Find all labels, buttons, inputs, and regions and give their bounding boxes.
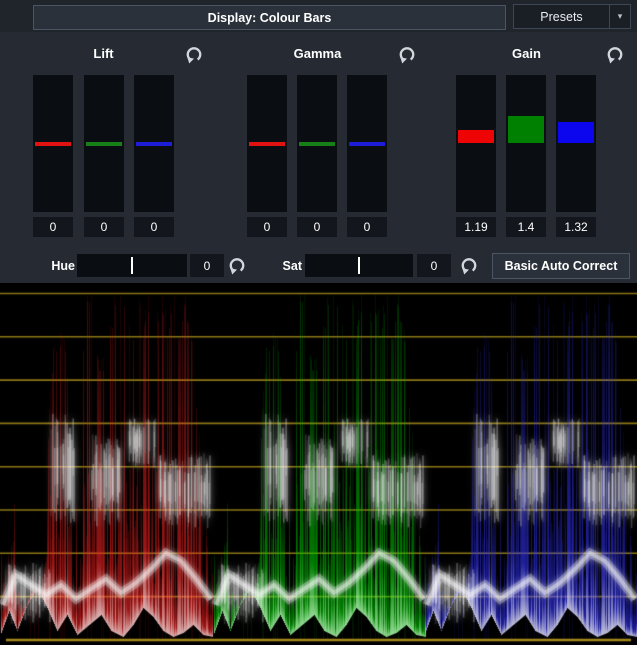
reset-circular-arrow-icon <box>397 45 417 65</box>
basic-auto-correct-button[interactable]: Basic Auto Correct <box>492 253 630 279</box>
gamma-section-label: Gamma <box>247 46 388 62</box>
lift-section-label: Lift <box>33 46 174 62</box>
lift-reset-button[interactable] <box>184 45 204 65</box>
presets-label: Presets <box>514 5 609 28</box>
top-toolbar: Display: Colour Bars Presets ▾ <box>0 0 637 32</box>
reset-circular-arrow-icon <box>184 45 204 65</box>
gain-green-value[interactable]: 1.4 <box>506 217 546 237</box>
lift-green-slider[interactable] <box>84 75 124 212</box>
gamma-blue-slider[interactable] <box>347 75 387 212</box>
presets-button[interactable]: Presets ▾ <box>513 4 631 29</box>
sat-label: Sat <box>268 258 302 273</box>
gain-section-label: Gain <box>456 46 597 62</box>
gamma-reset-button[interactable] <box>397 45 417 65</box>
lift-green-value[interactable]: 0 <box>84 217 124 237</box>
sat-value[interactable]: 0 <box>417 254 451 277</box>
gamma-red-handle[interactable] <box>249 142 285 146</box>
gain-green-slider[interactable] <box>506 75 546 212</box>
hue-reset-button[interactable] <box>227 256 247 276</box>
reset-circular-arrow-icon <box>605 45 625 65</box>
gain-red-value[interactable]: 1.19 <box>456 217 496 237</box>
gamma-green-value[interactable]: 0 <box>297 217 337 237</box>
sat-reset-button[interactable] <box>459 256 479 276</box>
rgb-parade-waveform-display <box>0 283 637 645</box>
gain-red-handle[interactable] <box>458 130 494 143</box>
gamma-green-handle[interactable] <box>299 142 335 146</box>
lift-red-value[interactable]: 0 <box>33 217 73 237</box>
gain-blue-slider[interactable] <box>556 75 596 212</box>
lift-blue-handle[interactable] <box>136 142 172 146</box>
lift-red-handle[interactable] <box>35 142 71 146</box>
lift-blue-value[interactable]: 0 <box>134 217 174 237</box>
sat-slider-handle[interactable] <box>358 257 360 274</box>
hue-slider-handle[interactable] <box>131 257 133 274</box>
lift-red-slider[interactable] <box>33 75 73 212</box>
lift-green-handle[interactable] <box>86 142 122 146</box>
gain-green-handle[interactable] <box>508 116 544 143</box>
display-mode-label: Display: Colour Bars <box>208 11 332 25</box>
gamma-blue-value[interactable]: 0 <box>347 217 387 237</box>
gamma-green-slider[interactable] <box>297 75 337 212</box>
hue-label: Hue <box>40 258 75 273</box>
gain-blue-value[interactable]: 1.32 <box>556 217 596 237</box>
gamma-red-slider[interactable] <box>247 75 287 212</box>
basic-auto-correct-label: Basic Auto Correct <box>505 259 618 273</box>
colour-correction-panel: { "theme": { "panel_bg": "#262b33", "top… <box>0 0 637 645</box>
gain-blue-handle[interactable] <box>558 122 594 143</box>
hue-slider[interactable] <box>77 254 187 277</box>
reset-circular-arrow-icon <box>227 256 247 276</box>
chevron-down-icon[interactable]: ▾ <box>609 5 630 28</box>
lift-blue-slider[interactable] <box>134 75 174 212</box>
sat-slider[interactable] <box>305 254 413 277</box>
gain-reset-button[interactable] <box>605 45 625 65</box>
hue-value[interactable]: 0 <box>190 254 224 277</box>
gamma-blue-handle[interactable] <box>349 142 385 146</box>
gain-red-slider[interactable] <box>456 75 496 212</box>
display-mode-button[interactable]: Display: Colour Bars <box>33 5 506 30</box>
reset-circular-arrow-icon <box>459 256 479 276</box>
gamma-red-value[interactable]: 0 <box>247 217 287 237</box>
